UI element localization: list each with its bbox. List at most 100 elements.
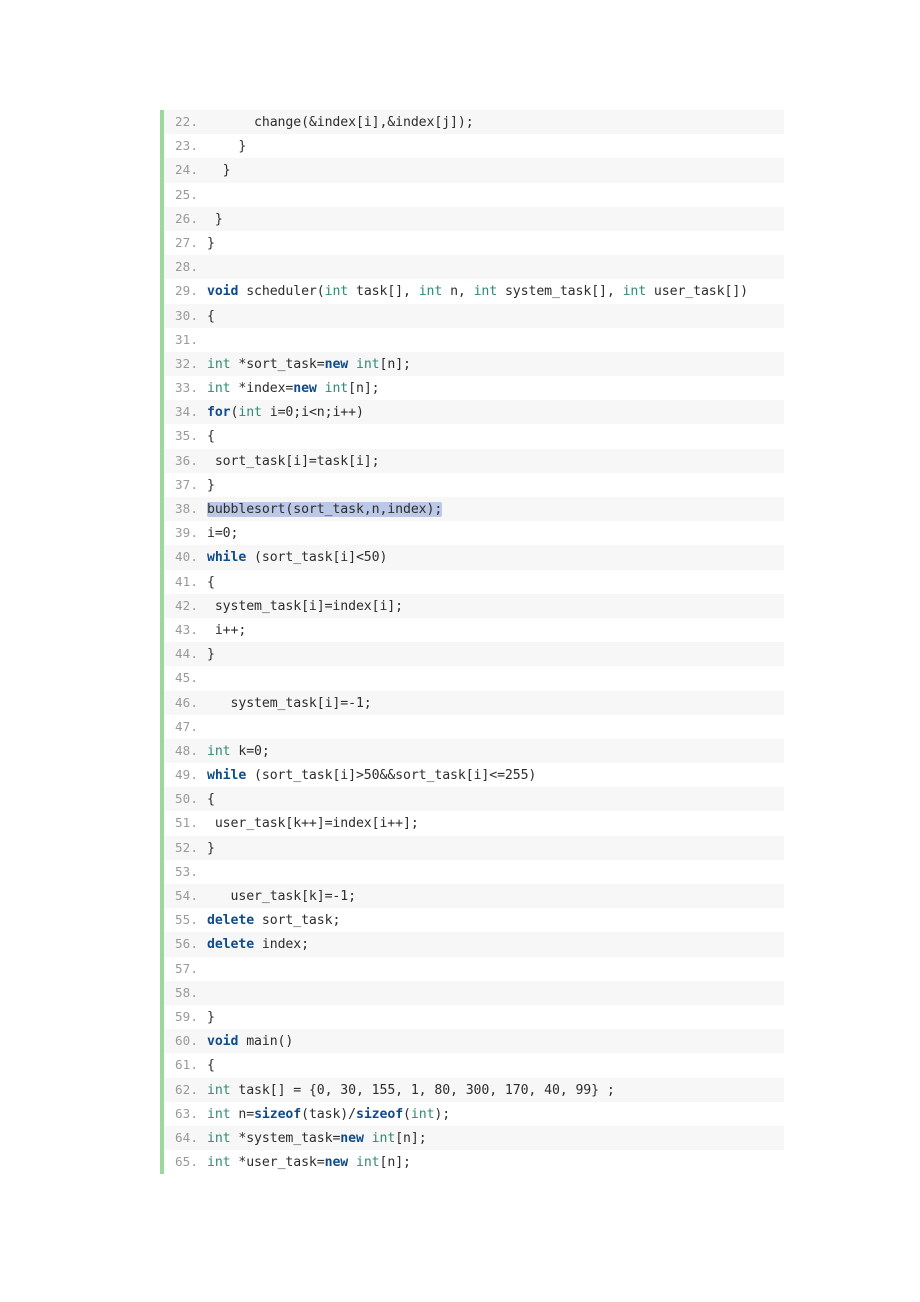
code-line[interactable]: 57 bbox=[164, 956, 784, 981]
code-token: index; bbox=[254, 937, 309, 953]
code-token: [n]; bbox=[379, 356, 411, 372]
line-number: 42 bbox=[164, 594, 198, 618]
code-text[interactable]: change(&index[i],&index[j]); bbox=[198, 111, 784, 135]
code-line[interactable]: 26 } bbox=[164, 206, 784, 232]
code-line[interactable]: 52} bbox=[164, 835, 784, 861]
code-text[interactable]: } bbox=[198, 837, 784, 861]
code-line[interactable]: 51 user_task[k++]=index[i++]; bbox=[164, 811, 784, 836]
code-text[interactable]: int *sort_task=new int[n]; bbox=[198, 353, 784, 377]
line-number: 62 bbox=[164, 1078, 198, 1102]
code-line[interactable]: 65int *user_task=new int[n]; bbox=[164, 1150, 784, 1175]
code-line[interactable]: 42 system_task[i]=index[i]; bbox=[164, 593, 784, 619]
code-line[interactable]: 56delete index; bbox=[164, 932, 784, 957]
code-text[interactable]: { bbox=[198, 305, 784, 329]
code-token: (sort_task[i]>50&&sort_task[i]<=255) bbox=[246, 768, 537, 784]
code-line[interactable]: 62int task[] = {0, 30, 155, 1, 80, 300, … bbox=[164, 1077, 784, 1103]
code-line[interactable]: 45 bbox=[164, 666, 784, 691]
code-line[interactable]: 35 { bbox=[164, 424, 784, 449]
code-token: while bbox=[207, 768, 247, 784]
code-text[interactable]: int *user_task=new int[n]; bbox=[198, 1151, 784, 1175]
code-line[interactable]: 22 change(&index[i],&index[j]); bbox=[164, 110, 784, 135]
code-listing[interactable]: 22 change(&index[i],&index[j]);23 }24 }2… bbox=[160, 110, 784, 1175]
code-line[interactable]: 34for(int i=0;i<n;i++) bbox=[164, 400, 784, 425]
code-token: ( bbox=[403, 1106, 411, 1122]
code-line[interactable]: 50 { bbox=[164, 787, 784, 812]
code-text[interactable]: i++; bbox=[198, 619, 784, 643]
code-line[interactable]: 23 } bbox=[164, 134, 784, 159]
code-line[interactable]: 30 { bbox=[164, 303, 784, 329]
code-line[interactable]: 48int k=0; bbox=[164, 738, 784, 764]
code-text[interactable]: } bbox=[198, 1006, 784, 1030]
code-text[interactable]: while (sort_task[i]<50) bbox=[198, 546, 784, 570]
code-text[interactable]: } bbox=[198, 474, 784, 498]
line-number: 46 bbox=[164, 691, 198, 715]
code-line[interactable]: 47 bbox=[164, 714, 784, 739]
line-number: 51 bbox=[164, 811, 198, 835]
code-text[interactable]: system_task[i]=index[i]; bbox=[198, 595, 784, 619]
code-text[interactable]: for(int i=0;i<n;i++) bbox=[198, 401, 784, 425]
code-line[interactable]: 59} bbox=[164, 1004, 784, 1030]
code-line[interactable]: 43 i++; bbox=[164, 617, 784, 643]
code-token: [n]; bbox=[348, 381, 380, 397]
code-line[interactable]: 63int n=sizeof(task)/sizeof(int); bbox=[164, 1101, 784, 1127]
code-text[interactable]: } bbox=[198, 232, 784, 256]
code-text[interactable]: { bbox=[198, 571, 784, 595]
code-line[interactable]: 36 sort_task[i]=task[i]; bbox=[164, 448, 784, 474]
code-text[interactable]: user_task[k++]=index[i++]; bbox=[198, 812, 784, 836]
code-text[interactable]: { bbox=[198, 1054, 784, 1078]
code-line[interactable]: 38 bubblesort(sort_task,n,index); bbox=[164, 497, 784, 522]
code-line[interactable]: 41 { bbox=[164, 569, 784, 595]
code-line[interactable]: 53 bbox=[164, 859, 784, 884]
code-text[interactable]: } bbox=[198, 643, 784, 667]
line-number: 57 bbox=[164, 957, 198, 981]
code-text[interactable]: int *index=new int[n]; bbox=[198, 377, 784, 401]
code-token: int bbox=[324, 284, 349, 300]
code-token: { bbox=[207, 792, 215, 808]
code-line[interactable]: 33int *index=new int[n]; bbox=[164, 376, 784, 401]
code-line[interactable]: 29void scheduler(int task[], int n, int … bbox=[164, 279, 784, 304]
code-text[interactable]: int task[] = {0, 30, 155, 1, 80, 300, 17… bbox=[198, 1079, 784, 1103]
code-line[interactable]: 27} bbox=[164, 230, 784, 256]
line-number: 39 bbox=[164, 521, 198, 545]
code-line[interactable]: 40while (sort_task[i]<50) bbox=[164, 545, 784, 570]
code-text[interactable]: i=0; bbox=[198, 522, 784, 546]
code-line[interactable]: 24 } bbox=[164, 158, 784, 183]
code-text[interactable]: } bbox=[198, 159, 784, 183]
code-text[interactable]: int k=0; bbox=[198, 740, 784, 764]
code-line[interactable]: 37} bbox=[164, 472, 784, 498]
code-line[interactable]: 61 { bbox=[164, 1053, 784, 1078]
code-text[interactable]: while (sort_task[i]>50&&sort_task[i]<=25… bbox=[198, 764, 784, 788]
code-text[interactable]: delete index; bbox=[198, 933, 784, 957]
code-line[interactable]: 28 bbox=[164, 255, 784, 280]
code-line[interactable]: 54 user_task[k]=-1; bbox=[164, 884, 784, 909]
code-text[interactable]: void scheduler(int task[], int n, int sy… bbox=[198, 280, 784, 304]
code-text[interactable]: delete sort_task; bbox=[198, 909, 784, 933]
code-line[interactable]: 55delete sort_task; bbox=[164, 908, 784, 933]
line-number: 54 bbox=[164, 884, 198, 908]
line-number: 38 bbox=[164, 497, 198, 521]
code-text[interactable]: int *system_task=new int[n]; bbox=[198, 1127, 784, 1151]
code-text[interactable]: sort_task[i]=task[i]; bbox=[198, 450, 784, 474]
code-line[interactable]: 64int *system_task=new int[n]; bbox=[164, 1125, 784, 1151]
code-text[interactable]: { bbox=[198, 788, 784, 812]
code-line[interactable]: 58 bbox=[164, 980, 784, 1005]
code-text[interactable]: bubblesort(sort_task,n,index); bbox=[198, 498, 784, 522]
code-text[interactable]: system_task[i]=-1; bbox=[198, 692, 784, 716]
code-line[interactable]: 44} bbox=[164, 642, 784, 667]
code-text[interactable]: } bbox=[198, 208, 784, 232]
code-line[interactable]: 32int *sort_task=new int[n]; bbox=[164, 351, 784, 377]
code-line[interactable]: 39 i=0; bbox=[164, 521, 784, 546]
line-number: 37 bbox=[164, 473, 198, 497]
code-text[interactable]: } bbox=[198, 135, 784, 159]
line-number: 47 bbox=[164, 715, 198, 739]
code-token: (task)/ bbox=[301, 1106, 356, 1122]
code-text[interactable]: void main() bbox=[198, 1030, 784, 1054]
code-text[interactable]: { bbox=[198, 425, 784, 449]
code-text[interactable]: user_task[k]=-1; bbox=[198, 885, 784, 909]
code-line[interactable]: 46 system_task[i]=-1; bbox=[164, 690, 784, 716]
code-line[interactable]: 25 bbox=[164, 182, 784, 207]
code-line[interactable]: 31 bbox=[164, 327, 784, 352]
code-text[interactable]: int n=sizeof(task)/sizeof(int); bbox=[198, 1103, 784, 1127]
code-line[interactable]: 49while (sort_task[i]>50&&sort_task[i]<=… bbox=[164, 763, 784, 788]
code-line[interactable]: 60void main() bbox=[164, 1029, 784, 1054]
